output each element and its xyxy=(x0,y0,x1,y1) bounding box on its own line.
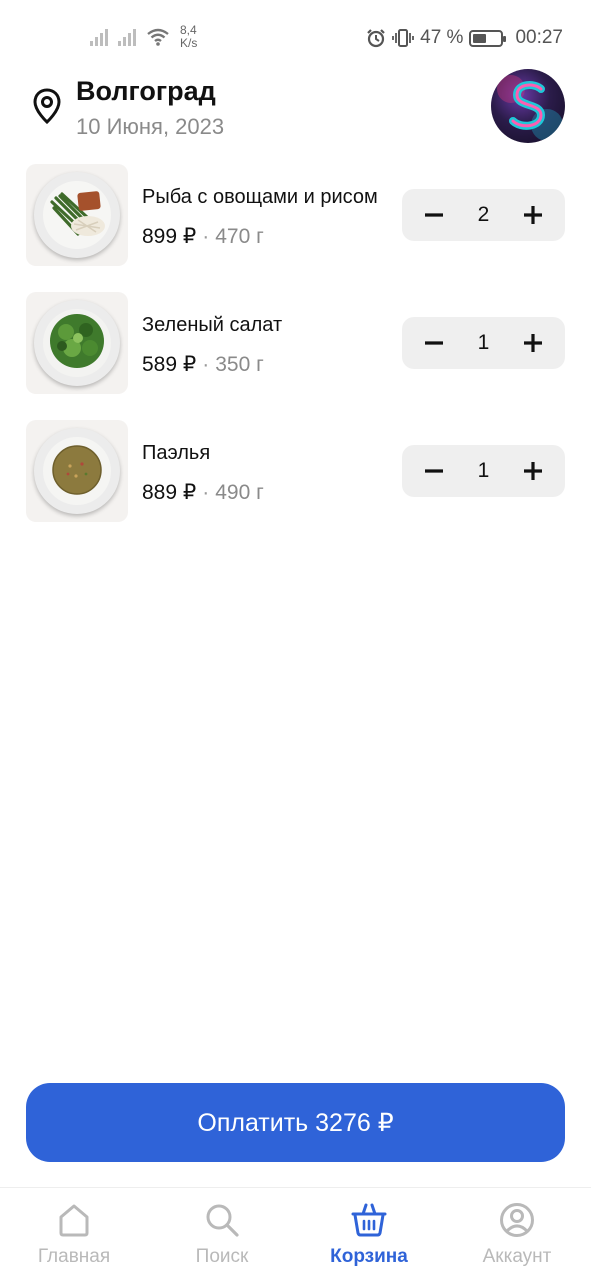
dish-name: Рыба с овощами и рисом xyxy=(142,186,378,208)
battery-level xyxy=(473,33,486,43)
clock: 00:27 xyxy=(515,27,563,48)
battery-percent: 47 % xyxy=(420,27,464,48)
nav-item-home[interactable]: Главная xyxy=(0,1188,148,1280)
battery-icon xyxy=(469,29,507,47)
quantity-stepper: 2 xyxy=(402,189,565,241)
signal-strength-icon xyxy=(90,28,108,46)
home-icon xyxy=(59,1204,89,1237)
alarm-icon xyxy=(367,29,385,48)
fish-dish-illustration xyxy=(43,181,111,249)
status-bar-right: 47 % 00:27 xyxy=(366,24,563,52)
dish-name: Паэлья xyxy=(142,442,211,464)
quantity-stepper: 1 xyxy=(402,445,565,497)
status-bar: 8,4 K/s 47 % 00:27 xyxy=(0,0,591,72)
plus-icon xyxy=(524,462,542,480)
quantity-value: 2 xyxy=(477,203,490,226)
nav-label: Главная xyxy=(37,1246,111,1267)
vibrate-icon xyxy=(392,29,415,47)
quantity-value: 1 xyxy=(477,331,490,354)
nav-label: Аккаунт xyxy=(482,1246,552,1267)
dish-meta: 589 ₽ · 350 г xyxy=(142,352,264,377)
dish-price: 889 ₽ xyxy=(142,481,197,504)
bottom-nav: Главная Поиск Корзина Аккаунт xyxy=(0,1187,591,1280)
avatar[interactable] xyxy=(491,69,565,143)
dish-image-salad[interactable] xyxy=(26,292,128,394)
dish-weight: 490 г xyxy=(215,481,264,504)
cart-item: Паэлья 889 ₽ · 490 г 1 xyxy=(26,420,566,522)
current-date: 10 Июня, 2023 xyxy=(76,114,225,139)
meta-separator: · xyxy=(202,353,210,376)
dish-meta: 899 ₽ · 470 г xyxy=(142,224,264,249)
minus-icon xyxy=(425,213,443,217)
network-speed-unit: K/s xyxy=(180,36,198,50)
nav-label: Корзина xyxy=(330,1246,408,1267)
dish-meta: 889 ₽ · 490 г xyxy=(142,480,264,505)
salad-dish-illustration xyxy=(43,309,111,377)
cart-item: Зеленый салат 589 ₽ · 350 г 1 xyxy=(26,292,566,394)
dish-price: 589 ₽ xyxy=(142,353,197,376)
avatar-image xyxy=(497,75,563,141)
meta-separator: · xyxy=(202,225,210,248)
account-icon xyxy=(500,1203,534,1237)
quantity-stepper: 1 xyxy=(402,317,565,369)
nav-item-account[interactable]: Аккаунт xyxy=(443,1188,591,1280)
nav-item-search[interactable]: Поиск xyxy=(148,1188,296,1280)
dish-weight: 350 г xyxy=(215,353,264,376)
status-bar-left: 8,4 K/s xyxy=(90,22,197,52)
location-pin-icon[interactable] xyxy=(32,88,62,124)
decrease-quantity-button[interactable] xyxy=(408,317,460,369)
wifi-icon xyxy=(147,28,169,46)
decrease-quantity-button[interactable] xyxy=(408,445,460,497)
search-icon xyxy=(206,1204,239,1237)
header: Волгоград 10 Июня, 2023 xyxy=(0,69,591,152)
plus-icon xyxy=(524,334,542,352)
increase-quantity-button[interactable] xyxy=(507,445,559,497)
dish-name: Зеленый салат xyxy=(142,314,283,336)
basket-icon xyxy=(351,1203,387,1237)
meta-separator: · xyxy=(202,481,210,504)
minus-icon xyxy=(425,341,443,345)
city-name[interactable]: Волгоград xyxy=(76,76,216,107)
network-speed: 8,4 K/s xyxy=(180,24,197,50)
increase-quantity-button[interactable] xyxy=(507,317,559,369)
nav-item-cart[interactable]: Корзина xyxy=(295,1188,443,1280)
dish-price: 899 ₽ xyxy=(142,225,197,248)
cart-item: Рыба с овощами и рисом 899 ₽ · 470 г 2 xyxy=(26,164,566,266)
plus-icon xyxy=(524,206,542,224)
cart-list: Рыба с овощами и рисом 899 ₽ · 470 г 2 З… xyxy=(26,164,566,548)
decrease-quantity-button[interactable] xyxy=(408,189,460,241)
dish-weight: 470 г xyxy=(215,225,264,248)
dish-image-paella[interactable] xyxy=(26,420,128,522)
signal-strength-2-icon xyxy=(118,28,136,46)
increase-quantity-button[interactable] xyxy=(507,189,559,241)
quantity-value: 1 xyxy=(477,459,490,482)
dish-image-fish[interactable] xyxy=(26,164,128,266)
minus-icon xyxy=(425,469,443,473)
pay-button[interactable]: Оплатить 3276 ₽ xyxy=(26,1083,565,1162)
paella-dish-illustration xyxy=(43,437,111,505)
nav-label: Поиск xyxy=(195,1246,249,1267)
